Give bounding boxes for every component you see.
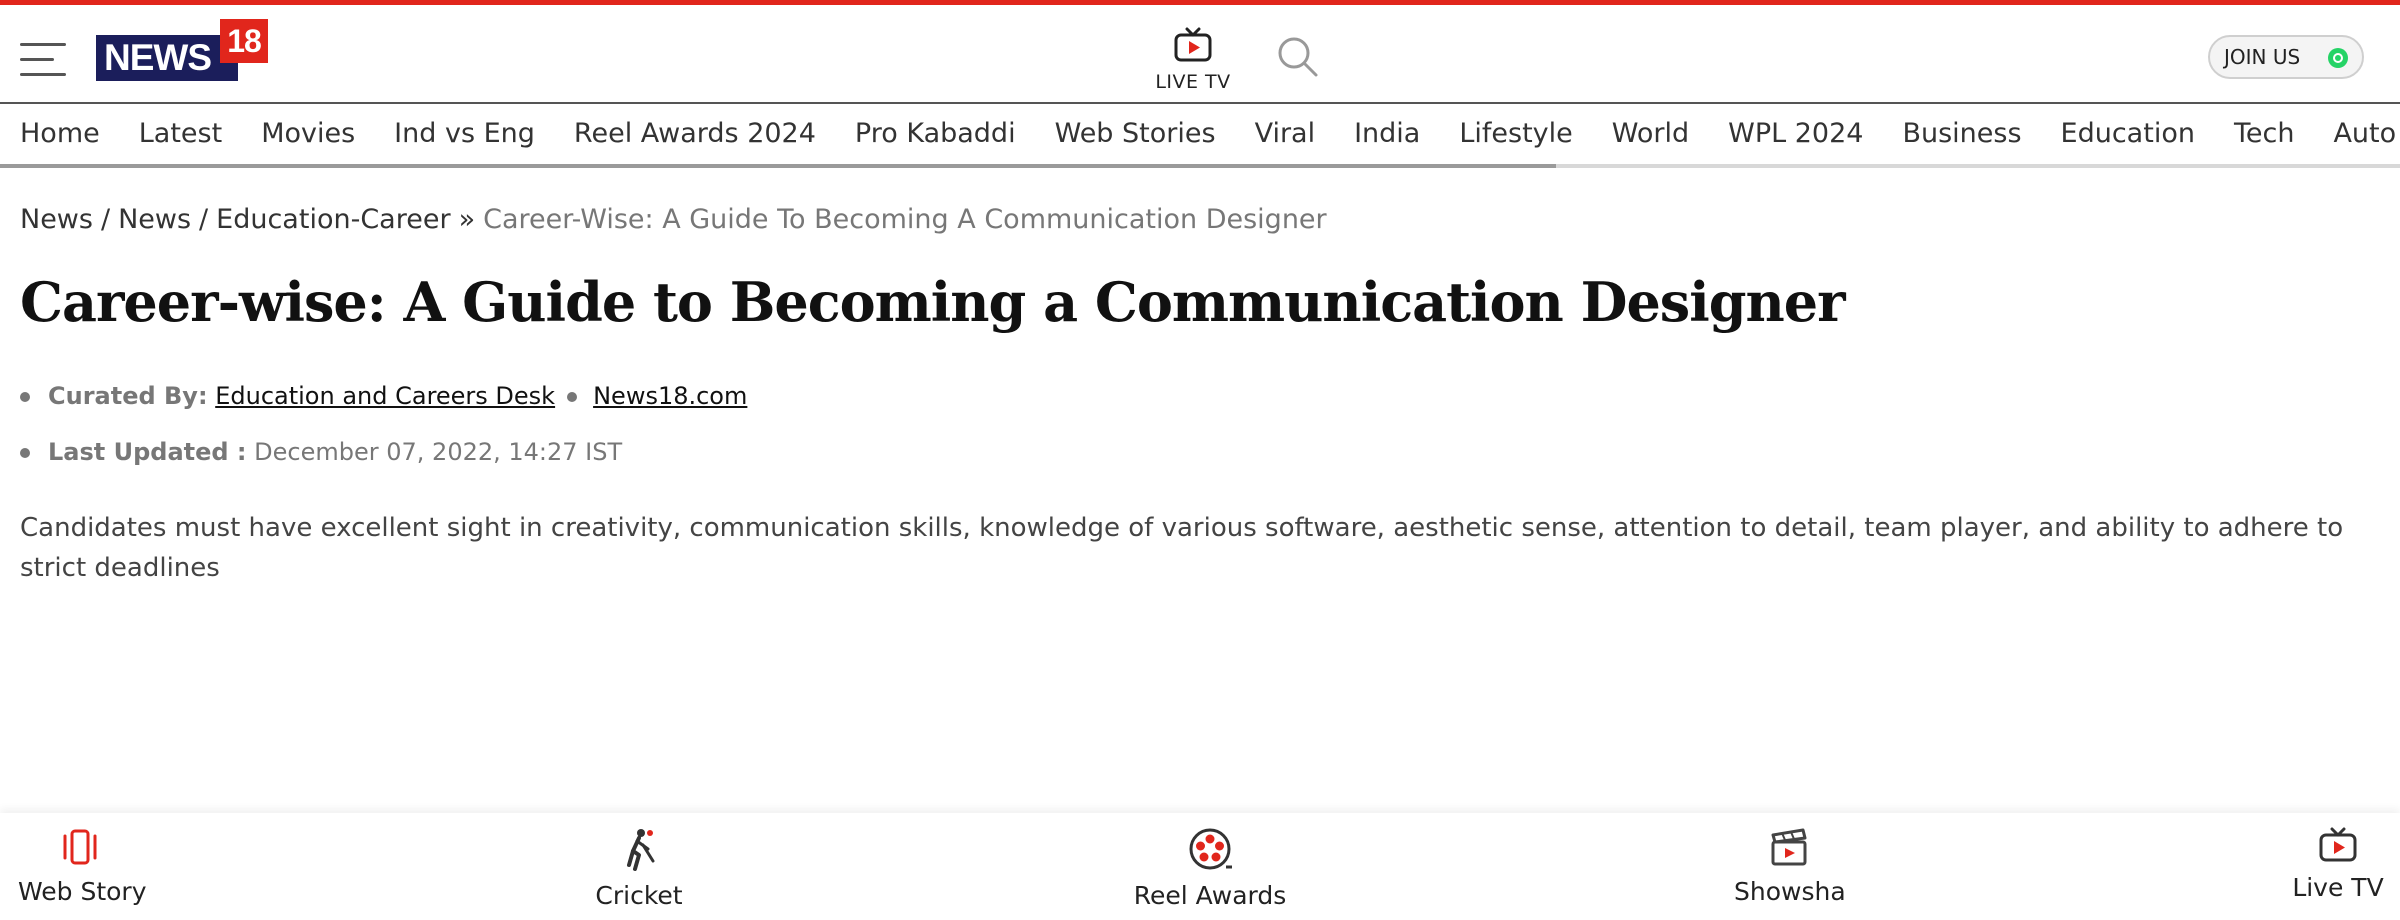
nav-item-movies[interactable]: Movies	[241, 104, 374, 164]
bottom-nav-label: Showsha	[1734, 877, 1846, 906]
nav-item-reel-awards[interactable]: Reel Awards 2024	[554, 104, 835, 164]
web-story-icon	[63, 829, 97, 865]
search-icon[interactable]	[1276, 35, 1320, 79]
bullet-dot	[20, 448, 30, 458]
bottom-nav-live-tv[interactable]: Live TV	[2290, 827, 2386, 902]
nav-item-wpl-2024[interactable]: WPL 2024	[1708, 104, 1882, 164]
breadcrumb-separator: /	[199, 204, 209, 235]
category-nav: Home Latest Movies Ind vs Eng Reel Awards 20…	[0, 102, 2400, 166]
news18-logo[interactable]: NEWS 18	[96, 19, 274, 85]
author-link[interactable]: Education and Careers Desk	[215, 382, 555, 410]
breadcrumb: News / News / Education-Career» Career-Wise: …	[20, 204, 1327, 235]
curated-by-label: Curated By:	[48, 382, 208, 410]
film-reel-icon	[1189, 828, 1232, 870]
article-summary: Candidates must have excellent sight in …	[20, 513, 2344, 583]
nav-scrollbar[interactable]	[0, 164, 2400, 168]
nav-item-india[interactable]: India	[1334, 104, 1439, 164]
nav-item-auto[interactable]: Auto	[2313, 104, 2400, 164]
logo-number: 18	[220, 19, 268, 63]
join-us-button[interactable]: JOIN US	[2208, 35, 2364, 79]
nav-item-viral[interactable]: Viral	[1235, 104, 1335, 164]
hamburger-menu-icon[interactable]	[20, 43, 66, 77]
live-tv-icon	[2319, 827, 2357, 862]
breadcrumb-news-2[interactable]: News	[118, 204, 191, 235]
last-updated: Last Updated : December 07, 2022, 14:27 …	[20, 438, 622, 466]
article-title: Career-wise: A Guide to Becoming a Commu…	[20, 270, 1846, 334]
live-tv-label: LIVE TV	[1155, 71, 1231, 93]
nav-item-web-stories[interactable]: Web Stories	[1035, 104, 1235, 164]
nav-item-lifestyle[interactable]: Lifestyle	[1439, 104, 1591, 164]
nav-item-ind-vs-eng[interactable]: Ind vs Eng	[374, 104, 554, 164]
bullet-dot	[20, 392, 30, 402]
nav-item-latest[interactable]: Latest	[119, 104, 241, 164]
bottom-nav-showsha[interactable]: Showsha	[1734, 827, 1846, 906]
bottom-nav-web-story[interactable]: Web Story	[18, 827, 147, 906]
live-tv-icon	[1174, 27, 1212, 62]
live-tv-button[interactable]: LIVE TV	[1150, 27, 1236, 105]
byline: Curated By: Education and Careers Desk Ne…	[20, 382, 747, 410]
bottom-nav-cricket[interactable]: Cricket	[586, 827, 692, 910]
breadcrumb-news[interactable]: News	[20, 204, 93, 235]
last-updated-label: Last Updated :	[48, 438, 247, 466]
source-link[interactable]: News18.com	[593, 382, 747, 410]
bottom-nav-label: Web Story	[18, 877, 147, 906]
breadcrumb-education-career[interactable]: Education-Career	[216, 204, 450, 235]
nav-scrollbar-thumb[interactable]	[0, 164, 1556, 168]
nav-item-home[interactable]: Home	[0, 104, 119, 164]
join-us-label: JOIN US	[2224, 45, 2301, 69]
nav-item-pro-kabaddi[interactable]: Pro Kabaddi	[835, 104, 1035, 164]
bottom-nav: Web Story Cricket Reel Awards Showsha Li…	[0, 813, 2400, 920]
clapperboard-icon	[1771, 828, 1807, 866]
nav-item-business[interactable]: Business	[1882, 104, 2040, 164]
bottom-nav-label: Live TV	[2292, 873, 2384, 902]
bottom-nav-reel-awards[interactable]: Reel Awards	[1130, 827, 1290, 910]
nav-item-tech[interactable]: Tech	[2214, 104, 2313, 164]
bullet-dot	[567, 392, 578, 402]
bottom-nav-label: Reel Awards	[1133, 881, 1287, 910]
bottom-nav-label: Cricket	[595, 881, 683, 910]
cricket-icon	[627, 829, 655, 871]
breadcrumb-separator: /	[100, 204, 111, 235]
logo-word: NEWS	[96, 35, 238, 81]
whatsapp-icon	[2328, 48, 2348, 68]
last-updated-value: December 07, 2022, 14:27 IST	[254, 438, 623, 466]
nav-item-education[interactable]: Education	[2041, 104, 2214, 164]
breadcrumb-separator: »	[458, 204, 476, 235]
nav-item-world[interactable]: World	[1592, 104, 1708, 164]
breadcrumb-current: Career-Wise: A Guide To Becoming A Commu…	[483, 204, 1327, 235]
top-header: NEWS 18 LIVE TV JOIN US	[0, 0, 2400, 102]
